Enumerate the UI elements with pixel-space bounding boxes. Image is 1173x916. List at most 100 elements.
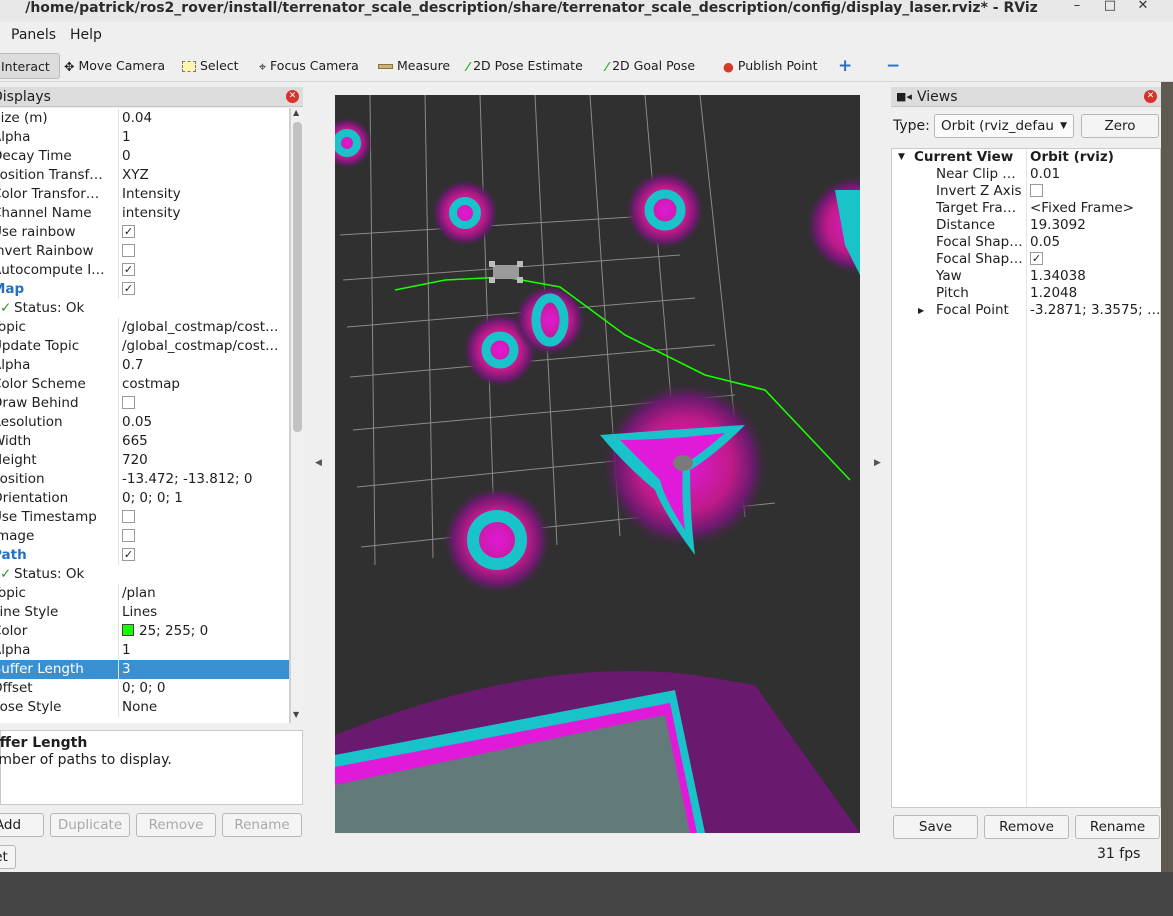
property-row[interactable]: Color Transfor… Intensity xyxy=(0,185,289,204)
property-checkbox[interactable] xyxy=(122,394,289,413)
property-value[interactable]: -13.472; -13.812; 0 xyxy=(122,470,289,489)
property-value[interactable]: 0 xyxy=(122,147,289,166)
checkbox[interactable]: ✓ xyxy=(1030,251,1043,265)
property-row[interactable]: Topic/plan xyxy=(0,584,289,603)
view-property-value[interactable]: 19.3092 xyxy=(1030,217,1160,234)
view-property-row[interactable]: Focal Shap… 0.05 xyxy=(892,234,1160,251)
checkbox[interactable]: ✓ xyxy=(122,281,135,295)
view-property-row[interactable]: Yaw 1.34038 xyxy=(892,268,1160,285)
close-icon[interactable]: ✕ xyxy=(1144,90,1157,103)
checkbox[interactable] xyxy=(122,528,135,542)
property-row[interactable]: Color Scheme costmap xyxy=(0,375,289,394)
property-value[interactable]: 1 xyxy=(122,128,289,147)
property-value[interactable]: costmap xyxy=(122,375,289,394)
interact-tool[interactable]: Interact xyxy=(0,53,60,79)
remove-display-button[interactable]: Remove xyxy=(136,813,216,837)
goal-pose-tool[interactable]: ⁄ 2D Goal Pose xyxy=(606,53,695,79)
scrollbar-thumb[interactable] xyxy=(293,122,302,432)
close-window-button[interactable]: ✕ xyxy=(1132,0,1154,16)
property-value[interactable]: 0.04 xyxy=(122,109,289,128)
color-swatch[interactable] xyxy=(122,624,134,636)
property-row[interactable]: Invert Rainbow xyxy=(0,242,289,261)
property-row[interactable]: Autocompute I… ✓ xyxy=(0,261,289,280)
scroll-down-icon[interactable]: ▼ xyxy=(293,710,299,719)
checkbox[interactable]: ✓ xyxy=(122,547,135,561)
property-value[interactable]: XYZ xyxy=(122,166,289,185)
property-row[interactable]: ✓ Status: Ok xyxy=(0,565,289,584)
rename-display-button[interactable]: Rename xyxy=(222,813,302,837)
property-row[interactable]: Use Timestamp xyxy=(0,508,289,527)
close-icon[interactable]: ✕ xyxy=(286,90,299,103)
property-checkbox[interactable] xyxy=(122,508,289,527)
checkbox[interactable] xyxy=(122,243,135,257)
property-value[interactable]: Lines xyxy=(122,603,289,622)
property-row[interactable]: Draw Behind xyxy=(0,394,289,413)
view-property-value[interactable]: 1.2048 xyxy=(1030,285,1160,302)
select-tool[interactable]: Select xyxy=(182,53,239,79)
checkbox[interactable] xyxy=(122,395,135,409)
left-splitter-arrow-icon[interactable]: ◀ xyxy=(315,458,322,468)
measure-tool[interactable]: Measure xyxy=(378,53,450,79)
view-property-value[interactable]: 0.01 xyxy=(1030,166,1160,183)
displays-tree[interactable]: Size (m)0.04Alpha1Decay Time0Position Tr… xyxy=(0,108,290,723)
property-value[interactable]: 0; 0; 0; 1 xyxy=(122,489,289,508)
view-property-value[interactable]: -3.2871; 3.3575; … xyxy=(1030,302,1160,319)
property-row[interactable]: Decay Time 0 xyxy=(0,147,289,166)
property-value[interactable]: 0.7 xyxy=(122,356,289,375)
maximize-button[interactable]: □ xyxy=(1099,0,1121,16)
move-camera-tool[interactable]: ✥ Move Camera xyxy=(64,53,165,79)
property-checkbox[interactable]: ✓ xyxy=(122,261,289,280)
property-row[interactable]: Width 665 xyxy=(0,432,289,451)
property-row[interactable]: Alpha 0.7 xyxy=(0,356,289,375)
property-checkbox[interactable]: ✓ xyxy=(122,546,289,565)
view-type-select[interactable]: Orbit (rviz_default_plugins) ▼ xyxy=(934,114,1074,138)
view-property-row[interactable]: Pitch 1.2048 xyxy=(892,285,1160,302)
minimize-button[interactable]: – xyxy=(1066,0,1088,16)
property-row[interactable]: Alpha 1 xyxy=(0,641,289,660)
property-row[interactable]: Line Style Lines xyxy=(0,603,289,622)
property-row[interactable]: Use rainbow ✓ xyxy=(0,223,289,242)
view-property-value[interactable]: 0.05 xyxy=(1030,234,1160,251)
property-color[interactable]: 25; 255; 0 xyxy=(122,622,289,641)
remove-view-button[interactable]: Remove xyxy=(984,815,1069,839)
property-row[interactable]: Path ✓ xyxy=(0,546,289,565)
zero-button[interactable]: Zero xyxy=(1081,114,1159,138)
reset-button[interactable]: Reset xyxy=(0,845,16,869)
property-value[interactable]: 0.05 xyxy=(122,413,289,432)
property-value[interactable]: Intensity xyxy=(122,185,289,204)
property-value[interactable]: /global_costmap/cost… xyxy=(122,337,289,356)
save-view-button[interactable]: Save xyxy=(893,815,978,839)
property-row[interactable]: Update Topic/global_costmap/cost… xyxy=(0,337,289,356)
view-property-row[interactable]: Invert Z Axis xyxy=(892,183,1160,200)
expand-right-icon[interactable]: ▶ xyxy=(918,302,924,319)
view-property-value[interactable]: <Fixed Frame> xyxy=(1030,200,1160,217)
view-property-row[interactable]: Target Fra… <Fixed Frame> xyxy=(892,200,1160,217)
rename-view-button[interactable]: Rename xyxy=(1075,815,1160,839)
duplicate-display-button[interactable]: Duplicate xyxy=(50,813,130,837)
property-row[interactable]: Image xyxy=(0,527,289,546)
view-property-row[interactable]: Near Clip … 0.01 xyxy=(892,166,1160,183)
publish-point-tool[interactable]: ● Publish Point xyxy=(723,53,818,79)
property-row[interactable]: Position Transf… XYZ xyxy=(0,166,289,185)
menu-panels[interactable]: Panels xyxy=(11,27,56,43)
property-value[interactable]: 0; 0; 0 xyxy=(122,679,289,698)
pose-estimate-tool[interactable]: ⁄ 2D Pose Estimate xyxy=(467,53,583,79)
view-property-checkbox[interactable]: ✓ xyxy=(1030,251,1160,268)
property-value[interactable]: 665 xyxy=(122,432,289,451)
scroll-up-icon[interactable]: ▲ xyxy=(293,108,299,117)
property-checkbox[interactable] xyxy=(122,242,289,261)
property-row[interactable]: ✓ Status: Ok xyxy=(0,299,289,318)
property-row[interactable]: Channel Name intensity xyxy=(0,204,289,223)
property-value[interactable]: 3 xyxy=(122,660,289,679)
property-checkbox[interactable]: ✓ xyxy=(122,280,289,299)
remove-tool-button[interactable]: − xyxy=(886,53,900,79)
property-row[interactable]: Map ✓ xyxy=(0,280,289,299)
property-value[interactable]: None xyxy=(122,698,289,717)
checkbox[interactable] xyxy=(122,509,135,523)
focus-camera-tool[interactable]: ⌖ Focus Camera xyxy=(259,53,359,79)
checkbox[interactable] xyxy=(1030,183,1043,197)
property-row[interactable]: Buffer Length 3 xyxy=(0,660,289,679)
view-property-row[interactable]: Distance 19.3092 xyxy=(892,217,1160,234)
property-value[interactable]: 720 xyxy=(122,451,289,470)
add-display-button[interactable]: Add xyxy=(0,813,44,837)
